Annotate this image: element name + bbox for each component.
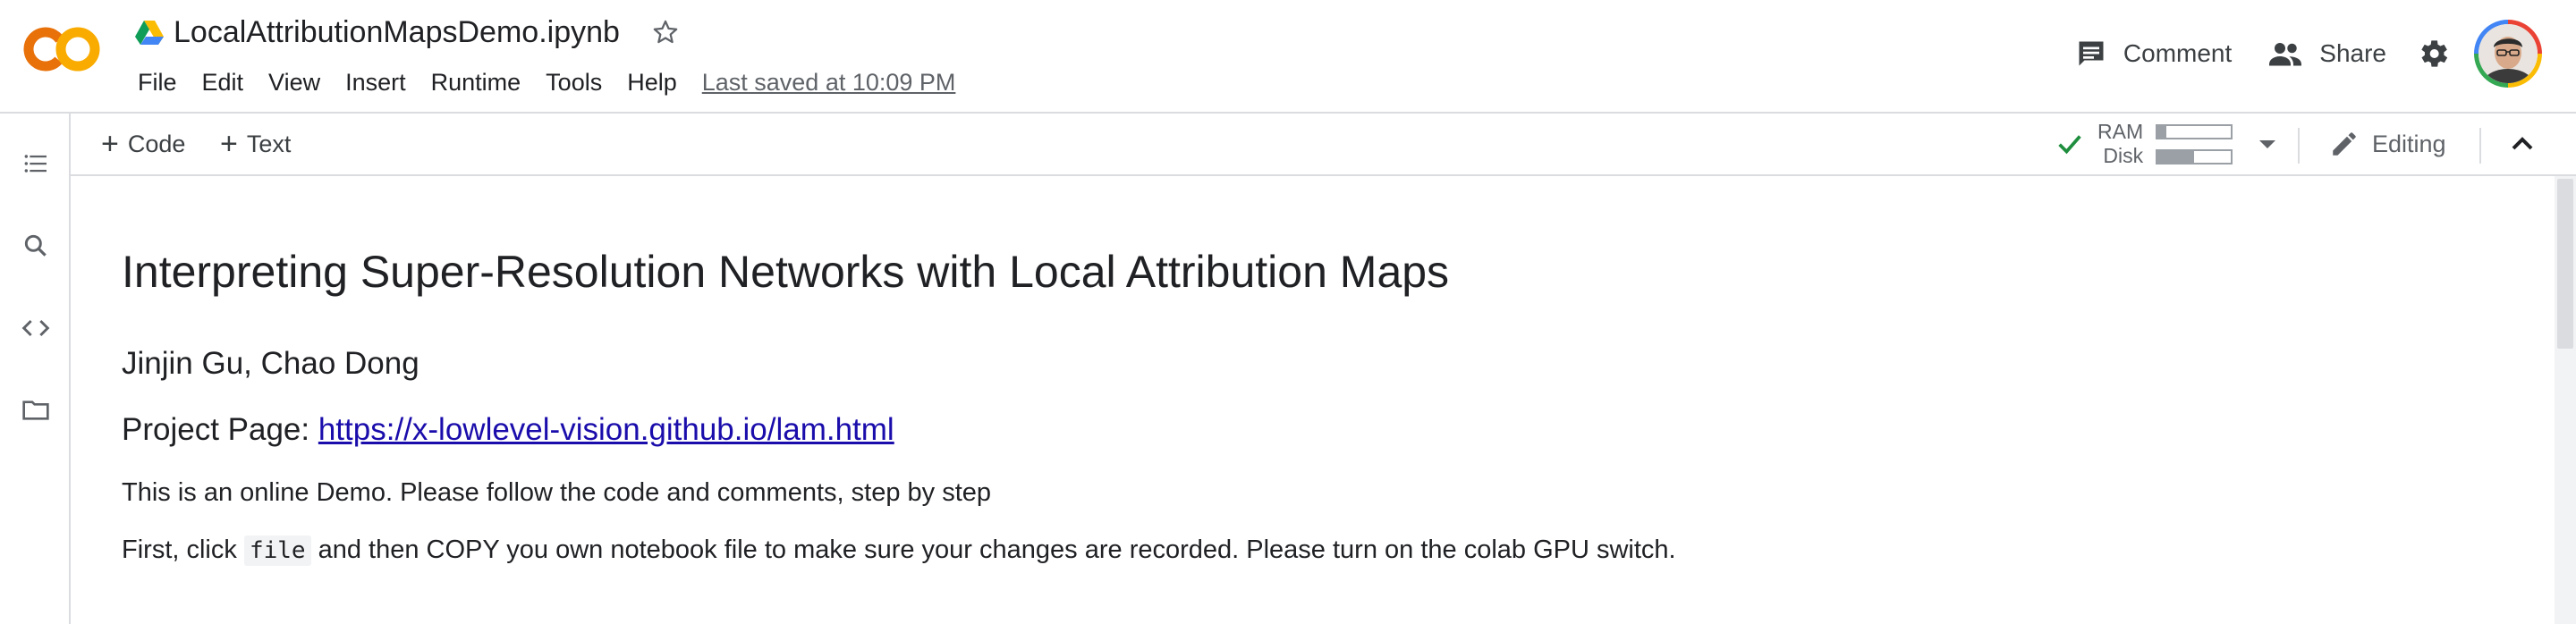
comment-button[interactable]: Comment [2057,27,2250,80]
editing-mode-button[interactable]: Editing [2329,114,2446,174]
editing-label: Editing [2372,130,2446,157]
resources-indicator[interactable]: RAM Disk [2055,119,2287,169]
ram-label: RAM [2097,120,2144,143]
chevron-down-icon[interactable] [2259,139,2276,148]
pencil-icon [2333,132,2356,156]
menu-help[interactable]: Help [614,65,690,100]
project-page-line: Project Page: https://x-lowlevel-vision.… [122,412,894,448]
plus-icon: + [220,126,238,161]
table-of-contents-icon[interactable] [18,146,54,181]
plus-icon: + [101,126,119,161]
menu-runtime[interactable]: Runtime [419,65,534,100]
disk-label: Disk [2103,144,2144,167]
divider [2298,128,2300,164]
star-icon[interactable] [650,17,681,47]
notebook-content: Interpreting Super-Resolution Networks w… [71,176,2548,624]
notebook-title: LocalAttributionMapsDemo.ipynb [134,13,681,52]
last-saved-link[interactable]: Last saved at 10:09 PM [702,69,956,97]
notebook-name[interactable]: LocalAttributionMapsDemo.ipynb [174,15,620,50]
disk-usage-bar [2156,148,2233,164]
intro-paragraph: This is an online Demo. Please follow th… [122,478,992,507]
menu-bar: File Edit View Insert Runtime Tools Help… [125,63,955,102]
profile-photo [2479,24,2538,83]
people-icon [2269,43,2302,66]
comment-label: Comment [2123,39,2233,67]
add-text-label: Text [246,130,292,157]
google-drive-icon [135,21,164,45]
files-icon[interactable] [18,392,54,428]
share-label: Share [2319,39,2386,67]
inline-code: file [243,535,311,566]
instruction-paragraph: First, click file and then COPY you own … [122,535,1676,566]
project-page-link[interactable]: https://x-lowlevel-vision.github.io/lam.… [318,412,894,447]
colab-logo[interactable] [23,23,100,75]
divider [2479,128,2481,164]
header-actions: Comment Share [2057,20,2576,88]
scrollbar-thumb[interactable] [2557,179,2573,349]
add-text-button[interactable]: + Text [220,114,291,174]
account-avatar[interactable] [2474,20,2542,88]
gear-icon[interactable] [2415,36,2451,72]
header: LocalAttributionMapsDemo.ipynb File Edit… [0,0,2576,114]
menu-edit[interactable]: Edit [190,65,257,100]
share-button[interactable]: Share [2250,27,2404,80]
check-icon [2058,135,2081,155]
comment-icon [2079,41,2104,66]
chevron-up-icon[interactable] [2504,126,2540,162]
left-sidebar [0,114,71,624]
add-code-label: Code [127,130,186,157]
authors-text: Jinjin Gu, Chao Dong [122,346,419,381]
notebook-toolbar: + Code + Text RAM Disk Editing [71,114,2576,176]
code-snippets-icon[interactable] [18,310,54,346]
instruction-text-end: and then COPY you own notebook file to m… [310,535,1676,564]
add-code-button[interactable]: + Code [101,114,185,174]
instruction-text-start: First, click [122,535,244,564]
ram-usage-bar [2156,123,2233,139]
menu-view[interactable]: View [256,65,333,100]
search-icon[interactable] [18,228,54,264]
menu-tools[interactable]: Tools [533,65,614,100]
menu-insert[interactable]: Insert [333,65,419,100]
menu-file[interactable]: File [125,65,190,100]
project-page-label: Project Page: [122,412,318,447]
notebook-heading: Interpreting Super-Resolution Networks w… [122,247,1450,297]
